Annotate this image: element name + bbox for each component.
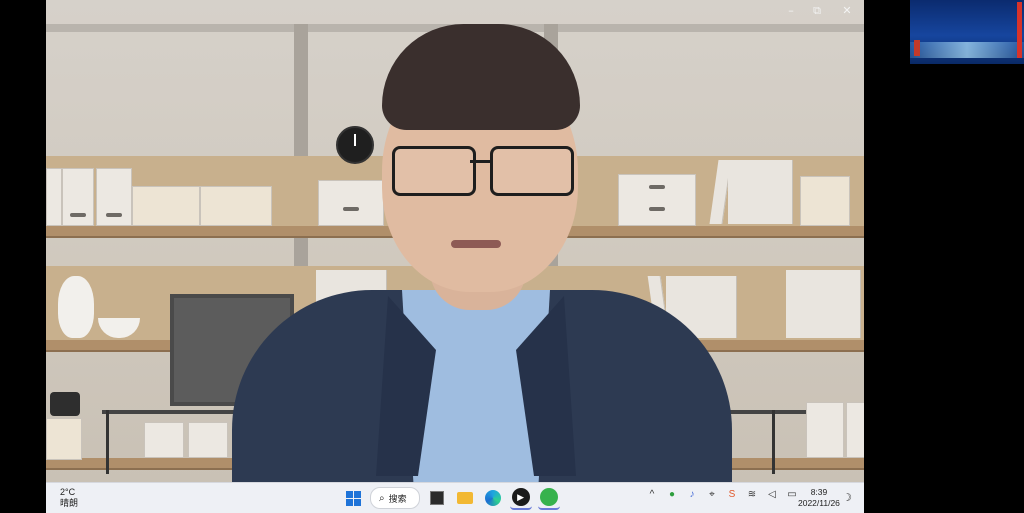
close-icon[interactable]: ✕ — [834, 2, 860, 20]
desk-leg — [772, 410, 775, 474]
maximize-icon[interactable]: ⧉ — [804, 2, 830, 20]
city-skyline-image — [910, 42, 1024, 58]
book-row — [728, 160, 793, 224]
stacked-books — [200, 186, 272, 226]
red-vertical-banner — [1017, 2, 1022, 58]
edge-button[interactable] — [482, 487, 504, 509]
wechat-button[interactable] — [537, 486, 560, 510]
storage-box — [96, 168, 132, 226]
remote-video-window[interactable]: – ⧉ ✕ — [46, 0, 864, 482]
search-label: 搜索 — [388, 493, 407, 504]
network-icon[interactable]: ⌖ — [706, 489, 718, 500]
task-view-button[interactable] — [426, 487, 448, 509]
edge-icon — [484, 490, 501, 506]
media-player-button[interactable]: ▶ — [509, 486, 532, 510]
clock-time: 8:39 — [810, 487, 828, 497]
battery-icon[interactable]: ▭ — [786, 489, 798, 500]
taskbar-clock[interactable]: 8:39 2022/11/26 — [798, 487, 840, 509]
storage-box — [62, 168, 94, 226]
system-tray: ^ ● ♪ ⌖ S ≋ ◁ ▭ — [646, 489, 798, 500]
clock-date: 2022/11/26 — [798, 498, 840, 508]
wechat-icon — [539, 488, 558, 506]
participant-mouth — [451, 240, 501, 248]
stacked-books — [46, 418, 82, 460]
file-explorer-button[interactable] — [454, 487, 476, 509]
minimize-icon[interactable]: – — [778, 2, 804, 20]
microphone-icon[interactable]: ♪ — [686, 489, 698, 500]
app-icon[interactable]: S — [726, 489, 738, 500]
stacked-books — [132, 186, 200, 226]
camera-object — [50, 392, 80, 416]
book-row — [786, 270, 861, 338]
self-view-thumbnail[interactable] — [910, 0, 1024, 64]
storage-box — [318, 180, 384, 226]
wifi-icon[interactable]: ≋ — [746, 489, 758, 500]
start-icon — [345, 490, 361, 506]
search-icon: ⌕ — [379, 492, 385, 504]
storage-box — [846, 402, 864, 458]
notification-icon[interactable]: ☽ — [842, 491, 852, 504]
window-titlebar[interactable]: – ⧉ ✕ — [46, 0, 864, 24]
taskbar-pinned-apps: ⌕ 搜索 ▶ — [342, 486, 560, 510]
volume-icon[interactable]: ◁ — [766, 489, 778, 500]
file-explorer-icon — [456, 492, 473, 504]
weather-widget[interactable]: 2°C 晴朗 — [60, 487, 78, 509]
360-icon[interactable]: ● — [666, 489, 678, 500]
storage-box — [806, 402, 844, 458]
red-banner — [914, 40, 920, 56]
media-player-icon: ▶ — [511, 488, 530, 506]
storage-box — [188, 422, 228, 458]
participant-glasses — [392, 146, 574, 196]
chevron-up-icon[interactable]: ^ — [646, 489, 658, 500]
white-vase — [58, 276, 94, 338]
drawer-box — [618, 174, 696, 226]
task-view-icon — [429, 491, 444, 505]
start-button[interactable] — [342, 487, 364, 509]
weather-condition: 晴朗 — [60, 498, 79, 508]
stacked-books — [800, 176, 850, 226]
taskbar: 2°C 晴朗 ⌕ 搜索 ▶ ^ ● ♪ ⌖ S ≋ ◁ ▭ 8:39 2022/… — [46, 482, 864, 513]
storage-box — [144, 422, 184, 458]
taskbar-search-button[interactable]: ⌕ 搜索 — [370, 487, 420, 509]
storage-box — [46, 168, 62, 226]
desk-leg — [106, 410, 109, 474]
wall-clock — [336, 126, 374, 164]
weather-temperature: 2°C — [60, 487, 76, 497]
